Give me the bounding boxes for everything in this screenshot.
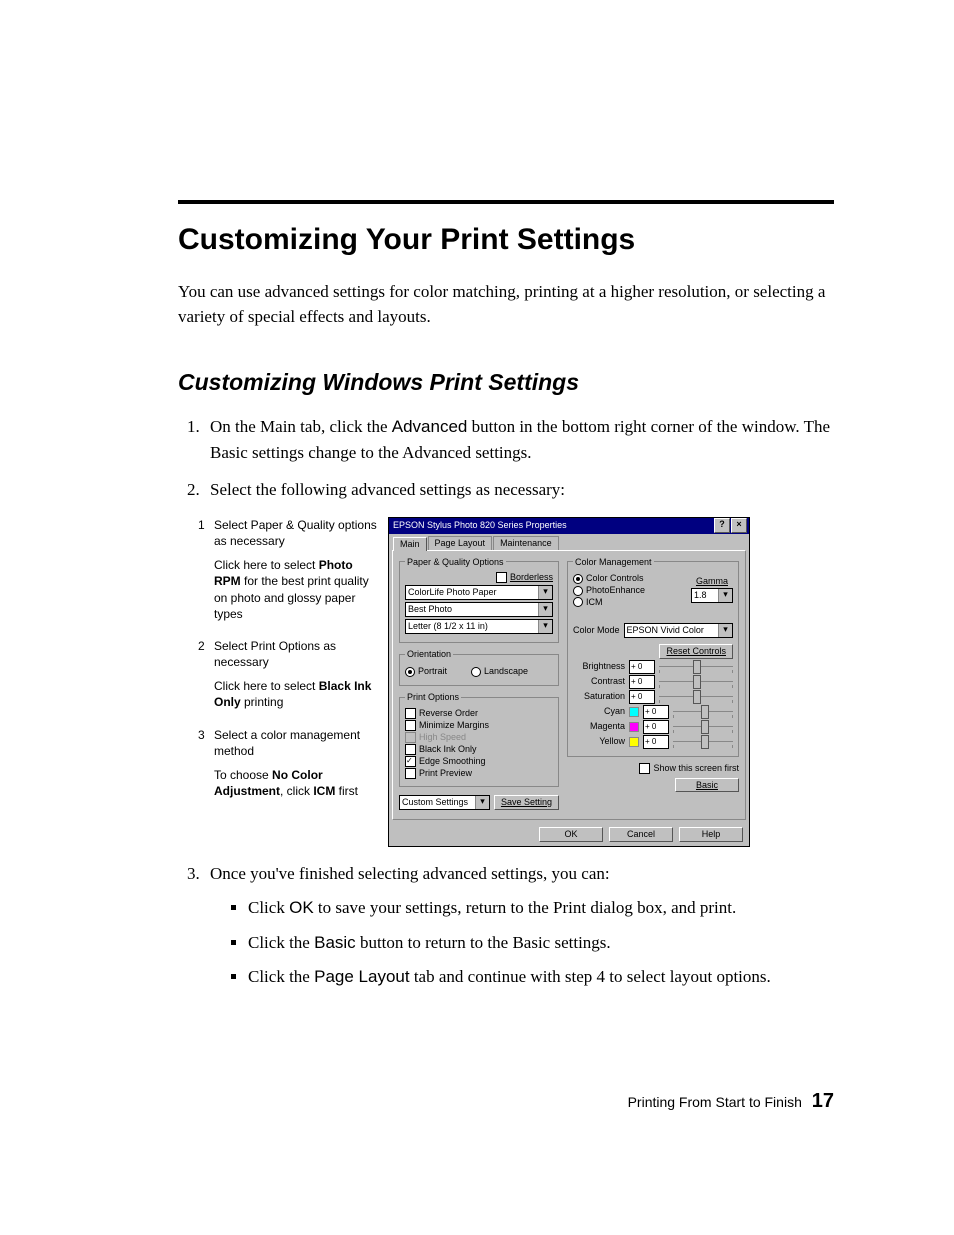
high-speed-checkbox: High Speed: [405, 732, 553, 743]
step-1: On the Main tab, click the Advanced butt…: [204, 414, 834, 465]
step-2: Select the following advanced settings a…: [204, 477, 834, 503]
gamma-label: Gamma: [691, 576, 733, 587]
callout-3-note: To choose No Color Adjustment, click ICM…: [214, 767, 378, 799]
steps-list-continued: Once you've finished selecting advanced …: [178, 861, 834, 990]
reset-controls-button[interactable]: Reset Controls: [659, 644, 733, 659]
advanced-label: Advanced: [392, 417, 468, 436]
help-titlebar-button[interactable]: ?: [714, 518, 730, 533]
callout-2-note: Click here to select Black Ink Only prin…: [214, 678, 378, 710]
custom-settings-select[interactable]: Custom Settings▾: [399, 795, 490, 810]
chevron-down-icon: ▾: [538, 603, 552, 616]
paper-type-select[interactable]: ColorLife Photo Paper▾: [405, 585, 553, 600]
chevron-down-icon: ▾: [718, 624, 732, 637]
figure-region: 1 Select Paper & Quality options as nece…: [198, 517, 834, 847]
step-3-bullets: Click OK to save your settings, return t…: [210, 896, 834, 990]
ok-button[interactable]: OK: [539, 827, 603, 842]
page-number: 17: [812, 1090, 834, 1112]
chevron-down-icon: ▾: [475, 796, 489, 809]
photoenhance-radio[interactable]: PhotoEnhance: [573, 585, 645, 596]
magenta-swatch: [629, 722, 639, 732]
tab-main[interactable]: Main: [393, 537, 427, 551]
show-screen-first-checkbox[interactable]: Show this screen first: [567, 763, 739, 774]
footer-text: Printing From Start to Finish: [628, 1094, 802, 1110]
bullet-ok: Click OK to save your settings, return t…: [248, 896, 834, 921]
color-mode-label: Color Mode: [573, 625, 620, 636]
color-controls-radio[interactable]: Color Controls: [573, 573, 645, 584]
minimize-margins-checkbox[interactable]: Minimize Margins: [405, 720, 553, 731]
tab-maintenance[interactable]: Maintenance: [493, 536, 559, 550]
brightness-slider[interactable]: [659, 660, 733, 674]
color-mode-select[interactable]: EPSON Vivid Color▾: [624, 623, 733, 638]
steps-list: On the Main tab, click the Advanced butt…: [178, 414, 834, 503]
borderless-checkbox[interactable]: Borderless: [405, 572, 553, 583]
basic-button[interactable]: Basic: [675, 778, 739, 793]
step-3: Once you've finished selecting advanced …: [204, 861, 834, 990]
main-tabpanel: Paper & Quality Options Borderless Color…: [392, 550, 746, 820]
color-management-group: Color Management Color Controls PhotoEnh…: [567, 557, 739, 757]
orientation-group: Orientation Portrait Landscape: [399, 649, 559, 686]
section-subheading: Customizing Windows Print Settings: [178, 369, 834, 396]
print-options-group: Print Options Reverse Order Minimize Mar…: [399, 692, 559, 787]
dialog-button-bar: OK Cancel Help: [389, 823, 749, 846]
saturation-slider[interactable]: [659, 690, 733, 704]
edge-smoothing-checkbox[interactable]: Edge Smoothing: [405, 756, 553, 767]
dialog-titlebar: EPSON Stylus Photo 820 Series Properties…: [389, 518, 749, 534]
landscape-radio[interactable]: Landscape: [471, 666, 528, 677]
callout-1: 1 Select Paper & Quality options as nece…: [198, 517, 378, 622]
chevron-down-icon: ▾: [538, 586, 552, 599]
cyan-slider[interactable]: [673, 705, 733, 719]
quality-select[interactable]: Best Photo▾: [405, 602, 553, 617]
contrast-slider[interactable]: [659, 675, 733, 689]
black-ink-only-checkbox[interactable]: Black Ink Only: [405, 744, 553, 755]
chevron-down-icon: ▾: [718, 589, 732, 602]
dialog-title: EPSON Stylus Photo 820 Series Properties: [393, 520, 713, 531]
portrait-radio[interactable]: Portrait: [405, 666, 447, 677]
save-setting-button[interactable]: Save Setting: [494, 795, 559, 810]
properties-dialog: EPSON Stylus Photo 820 Series Properties…: [388, 517, 750, 847]
cancel-button[interactable]: Cancel: [609, 827, 673, 842]
callout-3: 3 Select a color management method To ch…: [198, 727, 378, 800]
bullet-basic: Click the Basic button to return to the …: [248, 931, 834, 956]
bullet-page-layout: Click the Page Layout tab and continue w…: [248, 965, 834, 990]
chevron-down-icon: ▾: [538, 620, 552, 633]
callout-2: 2 Select Print Options as necessary Clic…: [198, 638, 378, 711]
magenta-slider[interactable]: [673, 720, 733, 734]
icm-radio[interactable]: ICM: [573, 597, 645, 608]
yellow-slider[interactable]: [673, 735, 733, 749]
intro-paragraph: You can use advanced settings for color …: [178, 280, 834, 329]
tab-strip: Main Page Layout Maintenance: [389, 534, 749, 550]
close-titlebar-button[interactable]: ×: [731, 518, 747, 533]
paper-size-select[interactable]: Letter (8 1/2 x 11 in)▾: [405, 619, 553, 634]
gamma-select[interactable]: 1.8▾: [691, 588, 733, 603]
page-heading: Customizing Your Print Settings: [178, 222, 834, 258]
tab-page-layout[interactable]: Page Layout: [428, 536, 493, 550]
cyan-swatch: [629, 707, 639, 717]
paper-quality-group: Paper & Quality Options Borderless Color…: [399, 557, 559, 644]
reverse-order-checkbox[interactable]: Reverse Order: [405, 708, 553, 719]
callout-1-note: Click here to select Photo RPM for the b…: [214, 557, 378, 622]
section-rule: [178, 200, 834, 204]
callouts-column: 1 Select Paper & Quality options as nece…: [198, 517, 378, 816]
help-button[interactable]: Help: [679, 827, 743, 842]
print-preview-checkbox[interactable]: Print Preview: [405, 768, 553, 779]
yellow-swatch: [629, 737, 639, 747]
page-footer: Printing From Start to Finish 17: [178, 1090, 834, 1113]
